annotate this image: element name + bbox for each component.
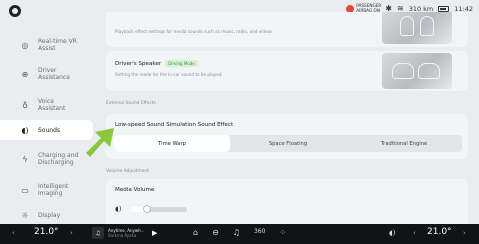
bottom-dock: ‹ 21.0° › ♫ Anytime, Anywh... Sarkina Ay…: [0, 224, 479, 244]
home-icon[interactable]: ⌂: [193, 228, 198, 237]
temp-decrease-left[interactable]: ‹: [12, 229, 15, 237]
drivers-speaker-title: Driver's Speaker Driving Mode: [115, 60, 198, 67]
media-artist: Sarkina Ayaka: [108, 233, 137, 238]
brand-logo: [9, 5, 21, 17]
option-time-warp[interactable]: Time Warp: [114, 135, 230, 152]
external-sound-section-label: External Sound Effects: [106, 101, 156, 106]
music-note-icon: ♫: [92, 227, 104, 239]
temp-increase-left[interactable]: ›: [70, 229, 73, 237]
steering-wheel-icon: ⊕: [21, 69, 29, 79]
seat-graphic: [418, 63, 440, 79]
volume-icon: ◖): [115, 205, 122, 213]
volume-icon[interactable]: ◖): [389, 229, 395, 237]
seat-graphic: [392, 63, 414, 79]
sidebar-item-voice-assistant[interactable]: ♁ Voice Assistant: [0, 92, 93, 118]
temp-decrease-right[interactable]: ‹: [413, 229, 416, 237]
sidebar-item-label: Voice Assistant: [38, 98, 66, 112]
speaker-icon: ◖): [21, 125, 29, 135]
apps-icon[interactable]: ⁘: [279, 228, 286, 237]
vr-assist-icon: ◎: [21, 40, 29, 50]
media-volume-card: Media Volume ◖): [106, 179, 468, 224]
seat-graphic: [400, 16, 414, 36]
sounds-settings-panel: Playback effect settings for media sound…: [96, 12, 474, 224]
sidebar-item-charging-discharging[interactable]: ϟ Charging and Discharging: [0, 146, 93, 172]
sidebar-item-driver-assistance[interactable]: ⊕ Driver Assistance: [0, 61, 93, 87]
play-icon[interactable]: ▶: [152, 229, 157, 237]
sidebar-item-intelligent-imaging[interactable]: ▭ Intelligent Imaging: [0, 177, 93, 203]
driver-speaker-thumbnail: [382, 53, 452, 89]
sidebar-item-display[interactable]: ☼ Display: [0, 207, 93, 223]
left-temperature[interactable]: 21.0°: [34, 227, 59, 237]
media-info: Anytime, Anywh... Sarkina Ayaka: [108, 228, 148, 238]
sidebar-item-label: Driver Assistance: [38, 67, 70, 81]
camera-icon: ▭: [21, 185, 29, 195]
seat-graphic: [420, 16, 434, 36]
sound-field-thumbnail: [382, 12, 452, 44]
screen: PASSENGER AIRBAG ON ✱ ≋ 310 km 11:42 ◎ R…: [0, 0, 479, 244]
drivers-speaker-card[interactable]: Driver's Speaker Driving Mode Setting the…: [106, 51, 468, 91]
option-space-floating[interactable]: Space Floating: [230, 135, 346, 152]
sidebar-item-label: Intelligent Imaging: [38, 183, 69, 197]
sidebar-item-label: Real-time VR Assist: [38, 38, 77, 52]
sidebar-item-label: Display: [38, 211, 61, 219]
sound-effect-selector: Time Warp Space Floating Traditional Eng…: [114, 135, 462, 152]
temp-increase-right[interactable]: ›: [463, 229, 466, 237]
low-speed-sound-card: Low-speed Sound Simulation Sound Effect …: [106, 114, 468, 159]
right-temperature[interactable]: 21.0°: [427, 227, 452, 237]
car-icon[interactable]: ⊖: [212, 228, 219, 237]
settings-sidebar: ◎ Real-time VR Assist ⊕ Driver Assistanc…: [0, 24, 93, 224]
driving-mode-badge: Driving Mode: [165, 60, 198, 67]
sidebar-item-realtime-vr-assist[interactable]: ◎ Real-time VR Assist: [0, 32, 93, 58]
media-volume-slider[interactable]: [131, 205, 188, 213]
dock-icons: ⌂ ⊖ ♫ 360 ⁘: [193, 228, 286, 237]
slider-knob[interactable]: [143, 205, 152, 213]
playback-effect-desc: Playback effect settings for media sound…: [115, 29, 273, 34]
highlight-arrow: [86, 128, 114, 157]
playback-effect-card[interactable]: Playback effect settings for media sound…: [106, 12, 468, 47]
low-speed-sound-title: Low-speed Sound Simulation Sound Effect: [115, 122, 234, 128]
mic-icon: ♁: [22, 100, 28, 110]
media-volume-title: Media Volume: [115, 187, 155, 193]
battery-icon: [438, 5, 450, 12]
volume-section-label: Volume Adjustment: [106, 169, 149, 174]
sidebar-item-label: Charging and Discharging: [38, 152, 79, 166]
media-player[interactable]: ♫ Anytime, Anywh... Sarkina Ayaka ▶: [92, 227, 157, 239]
option-traditional-engine[interactable]: Traditional Engine: [346, 135, 462, 152]
charging-icon: ϟ: [22, 154, 28, 164]
drivers-speaker-desc: Setting the mode for the in-car sound to…: [115, 72, 222, 77]
media-volume-slider-row: ◖): [115, 205, 188, 213]
360-view-icon[interactable]: 360: [254, 228, 265, 237]
music-icon[interactable]: ♫: [233, 228, 240, 237]
sidebar-item-label: Sounds: [38, 126, 61, 134]
sidebar-item-sounds[interactable]: ◖) Sounds: [0, 120, 93, 140]
sun-icon: ☼: [21, 210, 29, 220]
